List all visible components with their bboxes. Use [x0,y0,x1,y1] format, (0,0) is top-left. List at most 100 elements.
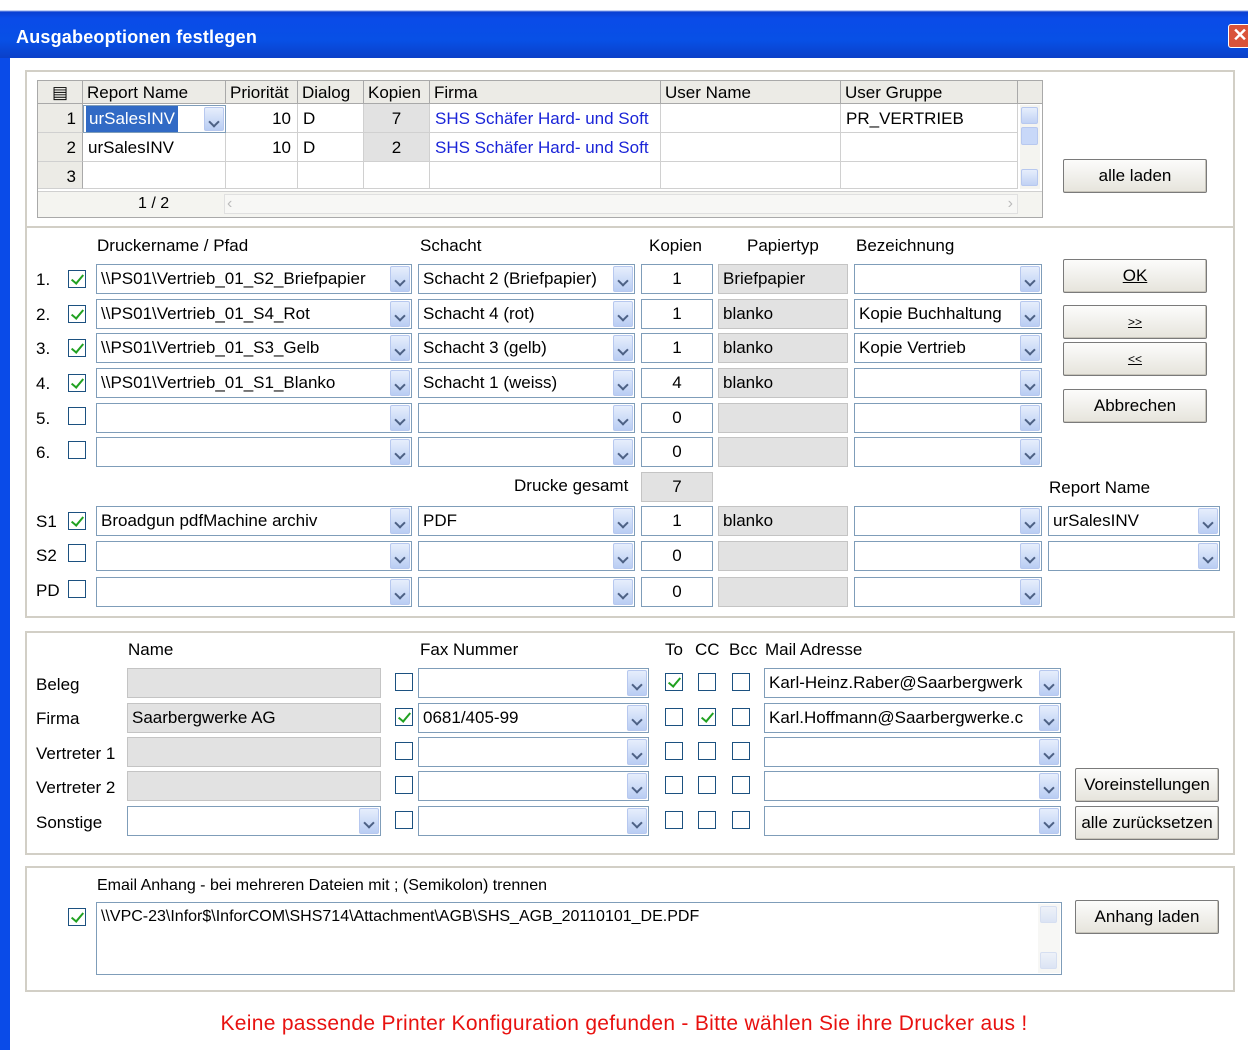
cc-checkbox[interactable] [698,708,716,726]
table-cell[interactable]: 10 [226,104,298,133]
printer-name-combo[interactable]: \\PS01\Vertrieb_01_S2_Briefpapier [96,264,412,294]
kopien-field[interactable]: 1 [641,333,713,363]
kopien-field[interactable]: 0 [641,577,713,607]
scroll-down-icon[interactable] [1021,169,1038,186]
kopien-field[interactable]: 1 [641,299,713,329]
to-checkbox[interactable] [665,776,683,794]
attachment-textarea[interactable]: \\VPC-23\Infor$\InforCOM\SHS714\Attachme… [96,902,1062,975]
alle-zuruecksetzen-button[interactable]: alle zurücksetzen [1075,806,1219,840]
bezeichnung-combo[interactable] [854,403,1042,433]
header-prioritaet[interactable]: Priorität [226,81,298,104]
chevron-down-icon[interactable] [390,439,410,465]
report-name-combo[interactable]: urSalesINV [1048,506,1220,536]
voreinstellungen-button[interactable]: Voreinstellungen [1075,768,1219,802]
chevron-down-icon[interactable] [390,579,410,605]
table-cell[interactable] [226,162,298,189]
fax-checkbox[interactable] [395,776,413,794]
table-cell[interactable] [298,162,364,189]
header-report-name[interactable]: Report Name [83,81,226,104]
chevron-down-icon[interactable] [1039,808,1059,834]
ok-button[interactable]: OK [1063,259,1207,293]
attachment-checkbox[interactable] [68,908,86,926]
printer-name-combo[interactable]: \\PS01\Vertrieb_01_S3_Gelb [96,333,412,363]
kopien-field[interactable]: 0 [641,541,713,571]
printer-name-combo[interactable] [96,577,412,607]
printer-name-combo[interactable]: \\PS01\Vertrieb_01_S4_Rot [96,299,412,329]
chevron-down-icon[interactable] [390,301,410,327]
kopien-field[interactable]: 0 [641,403,713,433]
anhang-laden-button[interactable]: Anhang laden [1075,900,1219,934]
table-cell[interactable]: D [298,104,364,133]
table-cell[interactable]: 10 [226,133,298,162]
mail-combo[interactable]: Karl-Heinz.Raber@Saarbergwerk [764,668,1061,698]
printer-checkbox[interactable] [68,339,86,357]
header-firma[interactable]: Firma [430,81,661,104]
printer-checkbox[interactable] [68,407,86,425]
row-number[interactable]: 2 [38,133,83,162]
schacht-combo[interactable]: Schacht 1 (weiss) [418,368,635,398]
row-number[interactable]: 3 [38,162,83,189]
to-checkbox[interactable] [665,811,683,829]
scroll-left-icon[interactable]: ‹ [227,195,232,213]
scroll-right-icon[interactable]: › [1008,195,1013,213]
mail-combo[interactable] [764,806,1061,836]
back-button[interactable]: << [1063,342,1207,376]
contact-name-combo[interactable] [127,806,381,836]
printer-name-combo[interactable] [96,541,412,571]
scroll-thumb[interactable] [1021,127,1038,145]
chevron-down-icon[interactable] [1198,543,1218,569]
chevron-down-icon[interactable] [390,508,410,534]
printer-checkbox[interactable] [68,512,86,530]
printer-checkbox[interactable] [68,441,86,459]
mail-combo[interactable] [764,771,1061,801]
chevron-down-icon[interactable] [390,405,410,431]
table-cell[interactable]: SHS Schäfer Hard- und Soft [430,104,661,133]
chevron-down-icon[interactable] [613,405,633,431]
cc-checkbox[interactable] [698,776,716,794]
bezeichnung-combo[interactable] [854,368,1042,398]
header-dialog[interactable]: Dialog [298,81,364,104]
chevron-down-icon[interactable] [1039,670,1059,696]
scroll-up-icon[interactable] [1040,906,1057,923]
schacht-combo[interactable]: Schacht 3 (gelb) [418,333,635,363]
close-icon[interactable]: ✕ [1228,24,1248,48]
chevron-down-icon[interactable] [1198,508,1218,534]
chevron-down-icon[interactable] [627,739,647,765]
chevron-down-icon[interactable] [1020,301,1040,327]
to-checkbox[interactable] [665,742,683,760]
table-cell[interactable] [841,162,1018,189]
printer-name-combo[interactable]: Broadgun pdfMachine archiv [96,506,412,536]
mail-combo[interactable] [764,737,1061,767]
chevron-down-icon[interactable] [613,543,633,569]
chevron-down-icon[interactable] [627,670,647,696]
fax-combo[interactable] [418,771,649,801]
to-checkbox[interactable] [665,708,683,726]
table-cell[interactable] [841,133,1018,162]
printer-name-combo[interactable] [96,437,412,467]
chevron-down-icon[interactable] [1020,266,1040,292]
schacht-combo[interactable]: Schacht 2 (Briefpapier) [418,264,635,294]
cc-checkbox[interactable] [698,673,716,691]
mail-combo[interactable]: Karl.Hoffmann@Saarbergwerke.c [764,703,1061,733]
bezeichnung-combo[interactable] [854,506,1042,536]
table-cell[interactable] [430,162,661,189]
printer-checkbox[interactable] [68,374,86,392]
bcc-checkbox[interactable] [732,673,750,691]
table-cell[interactable]: D [298,133,364,162]
chevron-down-icon[interactable] [613,579,633,605]
bezeichnung-combo[interactable]: Kopie Vertrieb [854,333,1042,363]
chevron-down-icon[interactable] [627,808,647,834]
chevron-down-icon[interactable] [627,705,647,731]
table-cell[interactable] [661,133,841,162]
chevron-down-icon[interactable] [627,773,647,799]
chevron-down-icon[interactable] [390,335,410,361]
schacht-combo[interactable] [418,541,635,571]
table-cell[interactable]: urSalesINV [83,133,226,162]
chevron-down-icon[interactable] [1020,405,1040,431]
printer-checkbox[interactable] [68,305,86,323]
table-cell[interactable] [661,104,841,133]
chevron-down-icon[interactable] [204,107,224,131]
fax-checkbox[interactable] [395,811,413,829]
abbrechen-button[interactable]: Abbrechen [1063,389,1207,423]
bcc-checkbox[interactable] [732,742,750,760]
